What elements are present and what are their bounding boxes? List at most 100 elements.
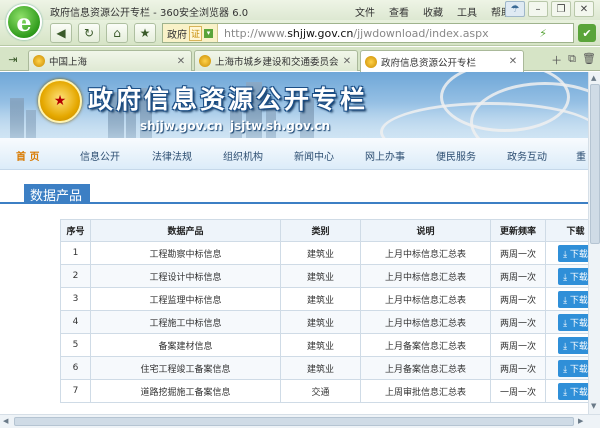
- browser-menu: 文件 查看 收藏 工具 帮助: [355, 4, 511, 19]
- row-category: 建筑业: [280, 310, 361, 334]
- row-frequency: 两周一次: [490, 333, 546, 357]
- scroll-up-icon[interactable]: ▲: [591, 74, 596, 82]
- nav-interact[interactable]: 政务互动: [507, 148, 547, 163]
- download-label: 下载: [569, 249, 588, 260]
- nav-home[interactable]: 首 页: [16, 148, 39, 163]
- row-product: 住宅工程竣工备案信息: [90, 356, 281, 380]
- menu-tools[interactable]: 工具: [457, 4, 477, 19]
- row-frequency: 一周一次: [490, 379, 546, 403]
- tab-list-icon[interactable]: ⧉: [568, 52, 576, 68]
- scroll-left-icon[interactable]: ◀: [3, 417, 8, 425]
- header-product: 数据产品: [90, 219, 281, 242]
- nav-laws[interactable]: 法律法规: [152, 148, 192, 163]
- close-icon[interactable]: ✕: [574, 1, 594, 17]
- row-desc: 上月中标信息汇总表: [360, 241, 491, 265]
- trash-icon[interactable]: 🗑: [582, 52, 596, 68]
- row-desc: 上月备案信息汇总表: [360, 356, 491, 380]
- tab-jjw[interactable]: 上海市城乡建设和交通委员会 ✕: [194, 50, 358, 71]
- header-download: 下载: [545, 219, 588, 242]
- favorite-star-icon[interactable]: ★: [134, 23, 156, 43]
- sidebar-toggle-icon[interactable]: ⇥: [4, 51, 22, 67]
- header-frequency: 更新频率: [490, 219, 546, 242]
- row-product: 备案建材信息: [90, 333, 281, 357]
- vertical-scroll-thumb[interactable]: [590, 84, 600, 244]
- download-button[interactable]: ⤓ 下载: [558, 244, 588, 262]
- tab-bar: ⇥ 中国上海 ✕ 上海市城乡建设和交通委员会 ✕ 政府信息资源公开专栏 ✕ ＋ …: [0, 47, 600, 72]
- banner-site-1[interactable]: shjjw.gov.cn: [140, 119, 223, 133]
- row-category: 交通: [280, 379, 361, 403]
- tab-label: 政府信息资源公开专栏: [381, 57, 477, 69]
- row-download-cell: ⤓ 下载: [545, 310, 588, 334]
- row-category: 建筑业: [280, 333, 361, 357]
- restore-icon[interactable]: ❐: [551, 1, 571, 17]
- url-text[interactable]: http://www.shjjw.gov.cn/jjwdownload/inde…: [218, 27, 489, 40]
- nav-info[interactable]: 信息公开: [80, 148, 120, 163]
- table-row: 3 工程监理中标信息 建筑业 上月中标信息汇总表 两周一次 ⤓ 下载: [60, 287, 588, 311]
- tab-active[interactable]: 政府信息资源公开专栏 ✕: [360, 50, 524, 72]
- menu-view[interactable]: 查看: [389, 4, 409, 19]
- scroll-down-icon[interactable]: ▼: [591, 402, 596, 410]
- download-icon: ⤓: [563, 249, 570, 260]
- home-icon[interactable]: ⌂: [106, 23, 128, 43]
- nav-more[interactable]: 重: [576, 148, 586, 163]
- row-no: 4: [60, 310, 91, 334]
- download-button[interactable]: ⤓ 下载: [558, 313, 588, 331]
- download-button[interactable]: ⤓ 下载: [558, 359, 588, 377]
- menu-file[interactable]: 文件: [355, 4, 375, 19]
- section-title: 数据产品: [24, 184, 91, 204]
- site-nav: 首 页 信息公开 法律法规 组织机构 新闻中心 网上办事 便民服务 政务互动 重: [0, 138, 588, 170]
- gov-site-badge[interactable]: 政府 证 ▾: [163, 24, 219, 42]
- nav-org[interactable]: 组织机构: [223, 148, 263, 163]
- vertical-scrollbar[interactable]: ▲ ▼: [588, 72, 600, 414]
- bolt-icon[interactable]: ⚡: [539, 27, 547, 40]
- nav-service[interactable]: 便民服务: [436, 148, 476, 163]
- download-label: 下载: [569, 341, 588, 352]
- download-button[interactable]: ⤓ 下载: [558, 382, 588, 400]
- table-row: 5 备案建材信息 建筑业 上月备案信息汇总表 两周一次 ⤓ 下载: [60, 333, 588, 357]
- browser-title-bar: 政府信息资源公开专栏 - 360安全浏览器 6.0 文件 查看 收藏 工具 帮助…: [0, 0, 600, 20]
- header-no: 序号: [60, 219, 91, 242]
- tab-shanghai[interactable]: 中国上海 ✕: [28, 50, 192, 71]
- tab-label: 中国上海: [49, 57, 88, 68]
- emblem-icon: [199, 55, 211, 67]
- download-label: 下载: [569, 318, 588, 329]
- horizontal-scrollbar[interactable]: ◀ ▶: [0, 414, 600, 428]
- row-category: 建筑业: [280, 241, 361, 265]
- new-tab-icon[interactable]: ＋: [551, 52, 562, 68]
- emblem-icon: [33, 55, 45, 67]
- scroll-right-icon[interactable]: ▶: [578, 417, 583, 425]
- download-label: 下载: [569, 272, 588, 283]
- address-bar[interactable]: 政府 证 ▾ http://www.shjjw.gov.cn/jjwdownlo…: [162, 23, 574, 43]
- tab-close-icon[interactable]: ✕: [175, 56, 187, 67]
- tab-label: 上海市城乡建设和交通委员会: [215, 57, 339, 68]
- tab-close-icon[interactable]: ✕: [507, 56, 519, 67]
- minimize-icon[interactable]: –: [528, 1, 548, 17]
- nav-news[interactable]: 新闻中心: [294, 148, 334, 163]
- download-button[interactable]: ⤓ 下载: [558, 267, 588, 285]
- nav-online[interactable]: 网上办事: [365, 148, 405, 163]
- dropdown-icon[interactable]: ▾: [204, 28, 214, 38]
- horizontal-scroll-thumb[interactable]: [14, 417, 574, 426]
- download-button[interactable]: ⤓ 下载: [558, 336, 588, 354]
- row-category: 建筑业: [280, 264, 361, 288]
- site-banner: ★ 政府信息资源公开专栏 shjjw.gov.cn jsjtw.sh.gov.c…: [0, 72, 588, 138]
- row-product: 道路挖掘施工备案信息: [90, 379, 281, 403]
- table-row: 4 工程施工中标信息 建筑业 上月中标信息汇总表 两周一次 ⤓ 下载: [60, 310, 588, 334]
- go-icon[interactable]: ✔: [578, 24, 596, 42]
- refresh-icon[interactable]: ↻: [78, 23, 100, 43]
- back-icon[interactable]: ◀: [50, 23, 72, 43]
- download-label: 下载: [569, 295, 588, 306]
- skin-icon[interactable]: ☂: [505, 1, 525, 17]
- row-frequency: 两周一次: [490, 264, 546, 288]
- download-icon: ⤓: [563, 364, 570, 375]
- table-row: 1 工程勘察中标信息 建筑业 上月中标信息汇总表 两周一次 ⤓ 下载: [60, 241, 588, 265]
- banner-site-2[interactable]: jsjtw.sh.gov.cn: [230, 119, 330, 133]
- row-frequency: 两周一次: [490, 241, 546, 265]
- header-category: 类别: [280, 219, 361, 242]
- row-frequency: 两周一次: [490, 287, 546, 311]
- table-row: 2 工程设计中标信息 建筑业 上月中标信息汇总表 两周一次 ⤓ 下载: [60, 264, 588, 288]
- menu-favorites[interactable]: 收藏: [423, 4, 443, 19]
- emblem-icon: [365, 55, 377, 68]
- download-button[interactable]: ⤓ 下载: [558, 290, 588, 308]
- tab-close-icon[interactable]: ✕: [341, 56, 353, 67]
